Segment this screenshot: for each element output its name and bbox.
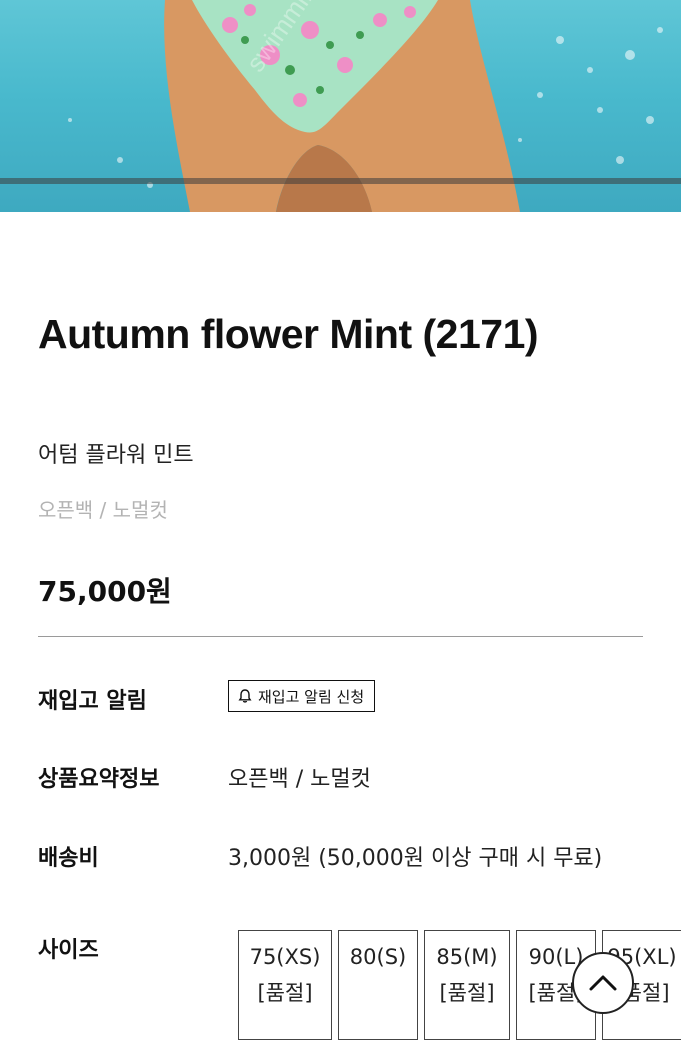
summary-value: 오픈백 / 노멀컷 bbox=[228, 767, 371, 792]
size-label: 사이즈 bbox=[38, 938, 99, 963]
size-option-name: 80(S) bbox=[349, 945, 407, 969]
product-title: Autumn flower Mint (2171) bbox=[38, 311, 539, 357]
product-name-korean: 어텀 플라워 민트 bbox=[38, 443, 194, 468]
restock-label: 재입고 알림 bbox=[38, 689, 147, 714]
size-option-status: [품절] bbox=[257, 981, 313, 1005]
bell-icon bbox=[238, 689, 252, 703]
scroll-to-top-button[interactable] bbox=[572, 952, 634, 1014]
shipping-value: 3,000원 (50,000원 이상 구매 시 무료) bbox=[228, 846, 603, 871]
product-price: 75,000원 bbox=[38, 575, 172, 608]
summary-label: 상품요약정보 bbox=[38, 767, 160, 792]
chevron-up-icon bbox=[589, 975, 617, 991]
size-option-name: 90(L) bbox=[528, 945, 584, 969]
size-option-name: 85(M) bbox=[436, 945, 498, 969]
image-slider-bar bbox=[0, 178, 681, 184]
restock-request-label: 재입고 알림 신청 bbox=[258, 687, 365, 706]
divider bbox=[38, 636, 643, 637]
restock-request-button[interactable]: 재입고 알림 신청 bbox=[228, 680, 376, 712]
product-image: swimmingholicclub bbox=[0, 0, 681, 212]
size-option-name: 75(XS) bbox=[249, 945, 321, 969]
shipping-label: 배송비 bbox=[38, 846, 99, 871]
size-option-status: [품절] bbox=[439, 981, 495, 1005]
product-tags: 오픈백 / 노멀컷 bbox=[38, 498, 168, 522]
